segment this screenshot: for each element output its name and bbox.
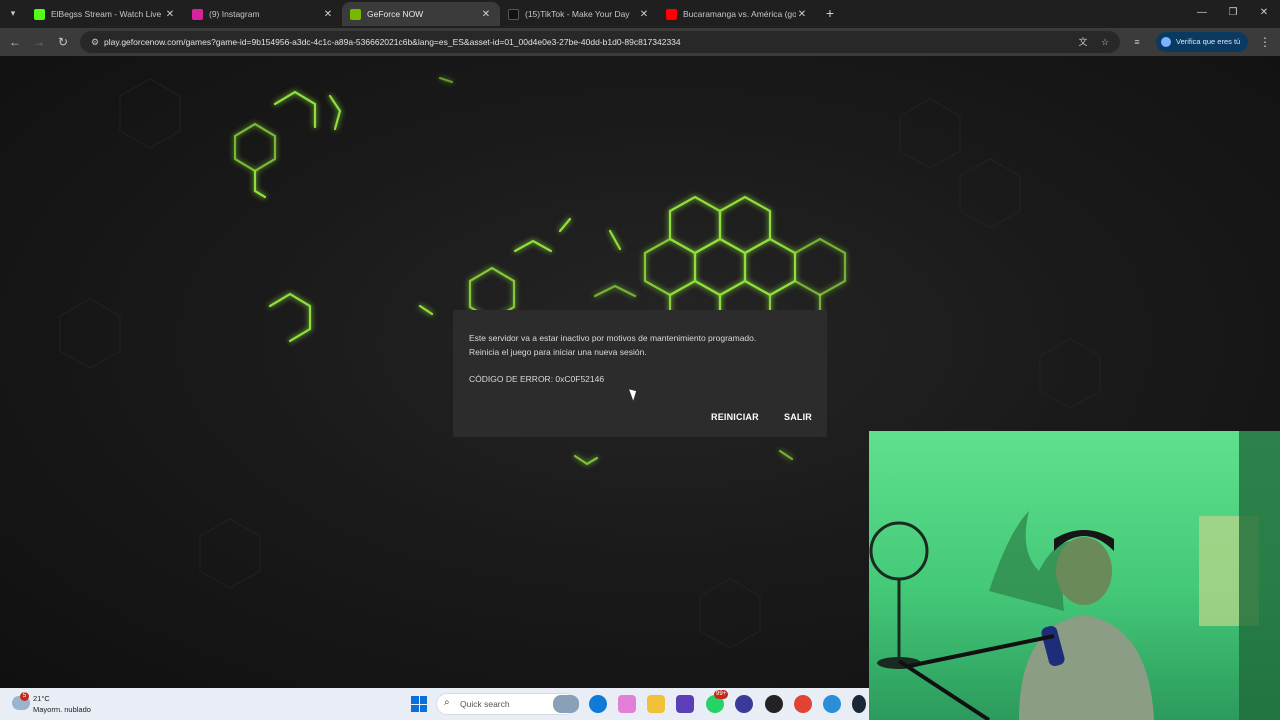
tab-title: ElBegss Stream - Watch Live on — [51, 9, 164, 19]
steam-icon[interactable] — [852, 695, 866, 713]
browser-menu-icon[interactable]: ⋮ — [1258, 33, 1272, 51]
forward-icon[interactable]: → — [30, 33, 48, 51]
translate-icon[interactable]: 文 — [1076, 35, 1090, 49]
tab-title: GeForce NOW — [367, 9, 424, 19]
minimize-icon[interactable]: — — [1190, 4, 1214, 22]
chrome-icon[interactable] — [794, 695, 812, 713]
store-icon[interactable] — [676, 695, 694, 713]
windows-start-icon[interactable] — [411, 696, 427, 712]
tab-tiktok[interactable]: (15)TikTok - Make Your Day ✕ — [500, 2, 658, 26]
shelf — [1239, 431, 1280, 720]
url-text[interactable]: play.geforcenow.com/games?game-id=9b1549… — [104, 31, 681, 53]
restart-button[interactable]: REINICIAR — [711, 412, 759, 422]
profile-verify-chip[interactable]: Verifica que eres tú — [1156, 32, 1248, 52]
close-tab-icon[interactable]: ✕ — [796, 9, 808, 20]
profile-icon — [1161, 37, 1171, 47]
restore-icon[interactable]: ❐ — [1221, 4, 1245, 22]
tab-youtube[interactable]: Bucaramanga vs. América (gol ✕ — [658, 2, 816, 26]
edge-icon[interactable] — [589, 695, 607, 713]
app-icon[interactable] — [765, 695, 783, 713]
media-controls-icon[interactable]: ≡ — [1130, 35, 1144, 49]
weather-condition[interactable]: Mayorm. nublado — [33, 705, 91, 714]
tiktok-icon — [508, 8, 519, 20]
tab-title: (15)TikTok - Make Your Day — [525, 9, 630, 19]
browser-toolbar: ← → ↻ ⚙ play.geforcenow.com/games?game-i… — [0, 28, 1280, 56]
nvidia-icon — [350, 8, 361, 20]
error-message: Este servidor va a estar inactivo por mo… — [469, 331, 819, 359]
close-tab-icon[interactable]: ✕ — [638, 9, 650, 20]
search-placeholder: Quick search — [460, 699, 510, 709]
close-tab-icon[interactable]: ✕ — [164, 9, 176, 20]
search-icon: ⌕ — [444, 697, 450, 708]
close-window-icon[interactable]: ✕ — [1252, 4, 1276, 22]
tab-title: (9) Instagram — [209, 9, 260, 19]
exit-button[interactable]: SALIR — [784, 412, 812, 422]
youtube-icon — [666, 8, 677, 20]
streamer-torso — [1019, 615, 1154, 720]
error-code: CÓDIGO DE ERROR: 0xC0F52146 — [469, 374, 605, 384]
kick-icon — [34, 8, 45, 20]
tab-title: Bucaramanga vs. América (gol — [683, 9, 796, 19]
weather-badge: 5 — [20, 692, 29, 701]
close-tab-icon[interactable]: ✕ — [322, 9, 334, 20]
file-explorer-icon[interactable] — [647, 695, 665, 713]
copilot-icon[interactable] — [618, 695, 636, 713]
instagram-icon — [192, 8, 203, 20]
site-info-icon[interactable]: ⚙ — [88, 35, 102, 49]
fan — [869, 521, 929, 581]
address-bar[interactable]: ⚙ play.geforcenow.com/games?game-id=9b15… — [80, 31, 1120, 53]
obs-icon[interactable] — [735, 695, 753, 713]
tab-elbegss[interactable]: ElBegss Stream - Watch Live on ✕ — [26, 2, 184, 26]
bookmark-star-icon[interactable]: ☆ — [1098, 35, 1112, 49]
whatsapp-badge: 99+ — [714, 690, 729, 699]
widgets-icon[interactable] — [553, 695, 579, 713]
windows-taskbar: 5 21°C Mayorm. nublado ⌕ Quick search 99… — [0, 688, 869, 720]
reload-icon[interactable]: ↻ — [54, 33, 72, 51]
new-tab-icon[interactable]: + — [822, 5, 838, 21]
back-icon[interactable]: ← — [6, 33, 24, 51]
profile-verify-label: Verifica que eres tú — [1176, 37, 1241, 46]
tab-geforce-now[interactable]: GeForce NOW ✕ — [342, 2, 500, 26]
close-tab-icon[interactable]: ✕ — [480, 9, 492, 20]
tab-strip: ▾ ElBegss Stream - Watch Live on ✕ (9) I… — [0, 0, 1280, 28]
streamer-head — [1056, 537, 1112, 605]
tab-search-icon[interactable]: ▾ — [4, 4, 22, 22]
chrome-active-icon[interactable] — [823, 695, 841, 713]
weather-temperature[interactable]: 21°C — [33, 694, 50, 703]
error-message-line-1: Este servidor va a estar inactivo por mo… — [469, 333, 757, 343]
streamer-camera-feed — [869, 431, 1280, 720]
webcam-overlay — [869, 431, 1280, 720]
tab-instagram[interactable]: (9) Instagram ✕ — [184, 2, 342, 26]
error-message-line-2: Reinicia el juego para iniciar una nueva… — [469, 347, 647, 357]
error-dialog: Este servidor va a estar inactivo por mo… — [453, 310, 827, 437]
